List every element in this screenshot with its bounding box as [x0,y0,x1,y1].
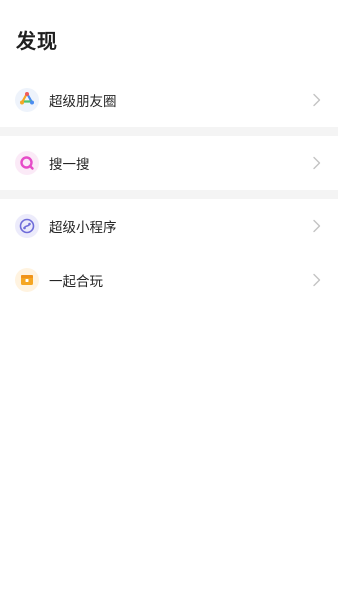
play-together-label: 一起合玩 [49,274,103,290]
chevron-right-icon [313,219,321,233]
friends-circle-icon [15,88,39,112]
friends-circle-label: 超级朋友圈 [49,94,117,110]
section-divider [0,190,338,199]
mini-program-label: 超级小程序 [49,220,117,236]
play-together-icon [15,268,39,292]
search-icon [15,151,39,175]
discover-item-play-together[interactable]: 一起合玩 [0,253,338,307]
chevron-right-icon [313,156,321,170]
mini-program-icon [15,214,39,238]
chevron-right-icon [313,93,321,107]
discover-item-search[interactable]: 搜一搜 [0,136,338,190]
discover-item-friends-circle[interactable]: 超级朋友圈 [0,73,338,127]
section-divider [0,127,338,136]
discover-item-mini-program[interactable]: 超级小程序 [0,199,338,253]
search-label: 搜一搜 [49,157,90,173]
chevron-right-icon [313,273,321,287]
page-title: 发现 [16,29,58,53]
